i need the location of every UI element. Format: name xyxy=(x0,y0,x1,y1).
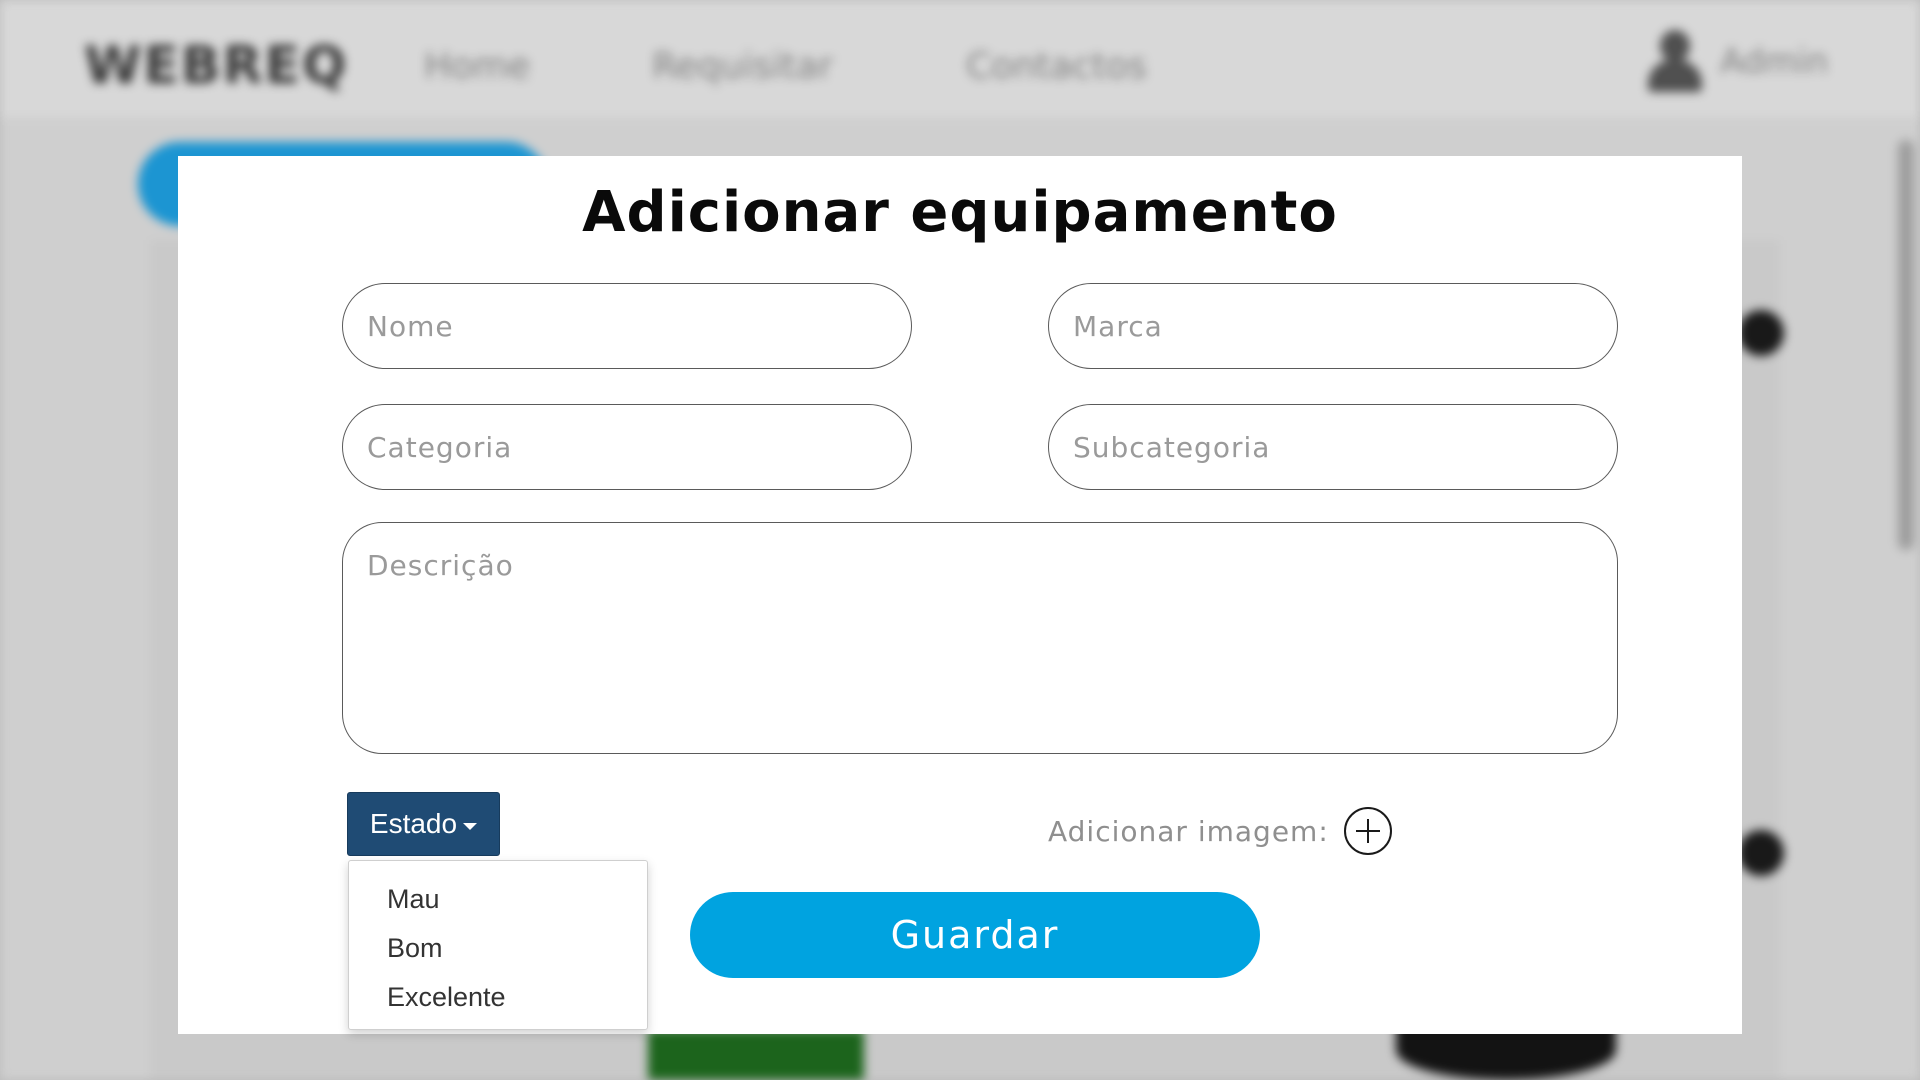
marca-input[interactable] xyxy=(1048,283,1618,369)
plus-circle-icon[interactable] xyxy=(1343,806,1393,856)
estado-dropdown-button[interactable]: Estado xyxy=(347,792,500,856)
save-button[interactable]: Guardar xyxy=(690,892,1260,978)
nome-input[interactable] xyxy=(342,283,912,369)
estado-option-excelente[interactable]: Excelente xyxy=(349,973,647,1022)
estado-label: Estado xyxy=(369,808,458,839)
modal-title: Adicionar equipamento xyxy=(582,180,1338,245)
caret-down-icon xyxy=(463,822,478,830)
estado-dropdown-menu: Mau Bom Excelente xyxy=(348,860,648,1030)
add-image-label: Adicionar imagem: xyxy=(1048,814,1329,848)
subcategoria-input[interactable] xyxy=(1048,404,1618,490)
add-image-control: Adicionar imagem: xyxy=(1048,806,1393,856)
descricao-textarea[interactable] xyxy=(342,522,1618,754)
estado-option-bom[interactable]: Bom xyxy=(349,924,647,973)
categoria-input[interactable] xyxy=(342,404,912,490)
estado-option-mau[interactable]: Mau xyxy=(349,875,647,924)
add-equipment-modal: Adicionar equipamento Estado Mau Bom Exc… xyxy=(178,156,1742,1034)
